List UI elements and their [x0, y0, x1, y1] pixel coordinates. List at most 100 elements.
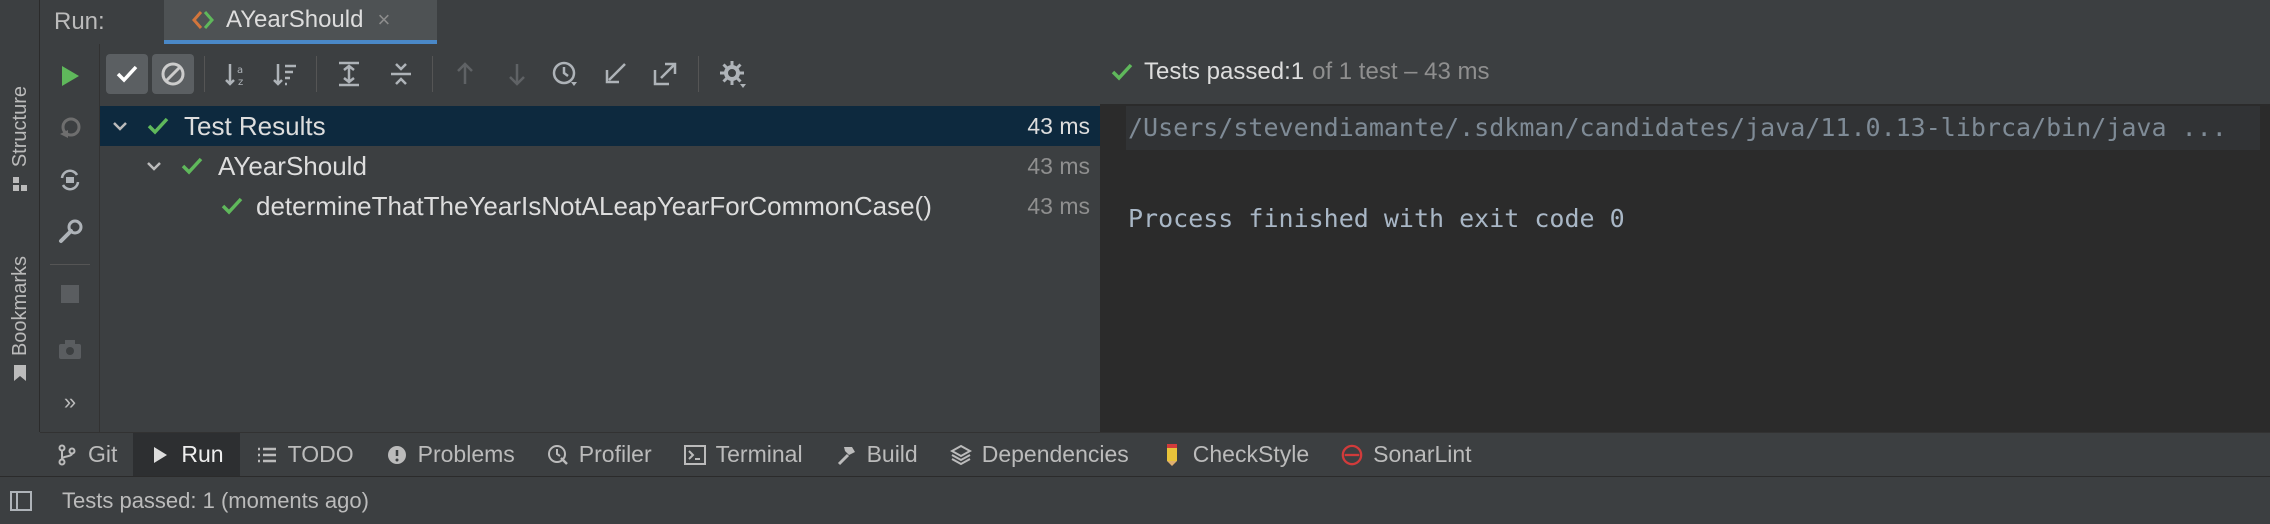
chevron-down-icon[interactable]: [144, 156, 164, 176]
gear-icon: [720, 61, 746, 88]
tree-row-ayearshould[interactable]: AYearShould 43 ms: [100, 146, 1100, 186]
toggle-panels-icon[interactable]: [10, 491, 32, 511]
screenshot-button[interactable]: [52, 332, 88, 368]
structure-tab-label: Structure: [8, 86, 31, 168]
tool-window-label: Build: [866, 441, 918, 467]
clock-history-icon: [552, 61, 577, 86]
sort-duration-icon: [273, 64, 296, 86]
more-chevron-icon: »: [63, 389, 77, 414]
collapse-all-icon: [391, 63, 411, 85]
tool-window-label: Run: [181, 441, 224, 467]
bookmarks-tab[interactable]: Bookmarks: [2, 256, 38, 382]
tool-window-problems[interactable]: Problems: [370, 433, 531, 477]
more-tools-button[interactable]: »: [52, 384, 88, 420]
tree-row-test-results[interactable]: Test Results 43 ms: [100, 106, 1100, 146]
previous-failed-button[interactable]: [444, 54, 486, 94]
tool-window-run[interactable]: Run: [133, 432, 240, 477]
run-label: Run:: [54, 8, 105, 35]
tree-row-test-method[interactable]: determineThatTheYearIsNotALeapYearForCom…: [100, 186, 1100, 226]
rerun-failed-icon: [60, 117, 81, 138]
test-summary: Tests passed: 1 of 1 test – 43 ms: [1110, 58, 1490, 86]
test-settings-button[interactable]: [712, 54, 754, 94]
left-tool-strip: Structure Bookmarks: [0, 0, 40, 432]
tree-item-duration: 43 ms: [1027, 152, 1090, 179]
rerun-button[interactable]: [52, 58, 88, 94]
show-ignored-button[interactable]: [152, 54, 194, 94]
tool-window-label: TODO: [287, 441, 354, 467]
svg-text:z: z: [238, 77, 243, 88]
import-icon: [605, 63, 626, 84]
tree-item-label: AYearShould: [218, 150, 367, 181]
svg-text:a: a: [237, 65, 243, 76]
toolbar-separator: [698, 56, 699, 92]
run-vertical-toolbar: »: [40, 44, 100, 432]
run-config-tab[interactable]: AYearShould ×: [164, 0, 437, 44]
settings-wrench-button[interactable]: [52, 214, 88, 250]
run-window-header: Run: AYearShould ×: [40, 0, 2270, 44]
tool-window-profiler[interactable]: Profiler: [531, 433, 668, 477]
chevron-down-icon[interactable]: [110, 116, 130, 136]
sort-alpha-icon: a z: [225, 64, 243, 88]
toggle-auto-test-button[interactable]: [52, 162, 88, 198]
auto-test-icon: [60, 169, 80, 191]
next-failed-button[interactable]: [496, 54, 538, 94]
summary-prefix: Tests passed:: [1144, 58, 1291, 85]
tool-window-label: Profiler: [578, 441, 652, 467]
tool-window-terminal[interactable]: Terminal: [668, 433, 819, 477]
tool-window-bar: Git Run TODO Problems Profiler Terminal: [40, 432, 2270, 477]
pass-check-icon: [1111, 63, 1133, 81]
pass-check-icon: [181, 157, 203, 175]
export-tests-button[interactable]: [644, 54, 686, 94]
run-config-tab-title: AYearShould: [226, 6, 364, 33]
stop-icon: [61, 285, 79, 303]
toolbar-separator: [432, 56, 433, 92]
stop-button[interactable]: [52, 276, 88, 312]
checkmark-icon: [116, 65, 138, 83]
tree-item-label: Test Results: [184, 110, 326, 141]
tool-window-sonarlint[interactable]: SonarLint: [1325, 433, 1487, 477]
tool-window-label: Git: [88, 441, 118, 467]
pass-check-icon: [147, 117, 169, 135]
tool-window-git[interactable]: Git: [40, 433, 133, 477]
tool-window-dependencies[interactable]: Dependencies: [934, 433, 1145, 477]
list-icon: [256, 444, 278, 466]
close-icon[interactable]: ×: [377, 7, 390, 33]
expand-all-button[interactable]: [328, 54, 370, 94]
console-exit-message: Process finished with exit code 0: [1128, 204, 1625, 233]
collapse-all-button[interactable]: [380, 54, 422, 94]
toolbar-divider: [50, 264, 90, 265]
bookmark-icon: [14, 365, 26, 382]
tool-window-label: SonarLint: [1373, 441, 1472, 467]
rerun-failed-button[interactable]: [52, 110, 88, 146]
tool-window-label: Terminal: [715, 441, 803, 467]
show-passed-button[interactable]: [106, 54, 148, 94]
tool-window-todo[interactable]: TODO: [240, 433, 370, 477]
summary-rest: of 1 test – 43 ms: [1312, 58, 1490, 85]
structure-icon: [13, 177, 27, 192]
export-icon: [653, 62, 677, 86]
tool-window-checkstyle[interactable]: CheckStyle: [1145, 433, 1325, 477]
expand-all-icon: [339, 61, 359, 87]
toolbar-separator: [204, 56, 205, 92]
ignored-icon: [161, 62, 185, 86]
tree-item-duration: 43 ms: [1027, 112, 1090, 139]
test-results-tree: Test Results 43 ms AYearShould 43 ms det…: [100, 104, 1100, 432]
structure-tab[interactable]: Structure: [2, 86, 38, 193]
bookmarks-tab-label: Bookmarks: [8, 256, 31, 357]
tool-window-label: Problems: [417, 441, 515, 467]
test-config-icon: [192, 11, 214, 29]
tool-window-label: CheckStyle: [1192, 441, 1310, 467]
git-branch-icon: [56, 444, 78, 466]
console-output[interactable]: /Users/stevendiamante/.sdkman/candidates…: [1102, 104, 2270, 432]
console-command-line[interactable]: /Users/stevendiamante/.sdkman/candidates…: [1126, 106, 2260, 150]
tool-window-build[interactable]: Build: [819, 433, 934, 477]
import-tests-button[interactable]: [594, 54, 636, 94]
tree-item-duration: 43 ms: [1027, 192, 1090, 219]
sort-by-duration-button[interactable]: [264, 54, 306, 94]
arrow-up-icon: [457, 62, 473, 84]
sort-alphabetically-button[interactable]: a z: [216, 54, 258, 94]
test-history-button[interactable]: [544, 54, 586, 94]
info-circle-icon: [386, 444, 408, 466]
wrench-icon: [59, 219, 83, 243]
run-icon: [149, 444, 171, 466]
